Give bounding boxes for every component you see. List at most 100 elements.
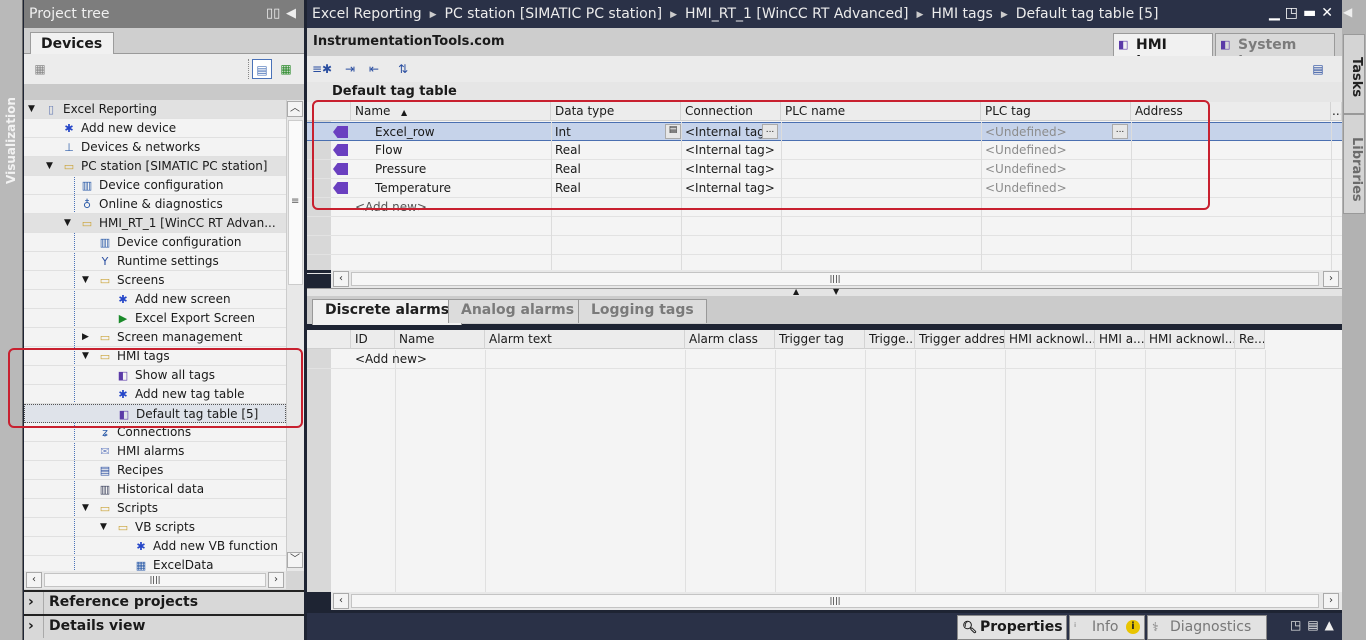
tab-analog-alarms[interactable]: Analog alarms <box>448 299 588 323</box>
tree-item[interactable]: ▦ ExcelData <box>24 556 286 571</box>
scroll-left-button[interactable]: ‹ <box>333 593 349 609</box>
column-header[interactable]: ID <box>351 330 395 349</box>
splitter-down-icon[interactable]: ▼ <box>833 287 839 296</box>
toolbar-separator <box>248 59 249 79</box>
tree-item-label: Device configuration <box>117 235 242 249</box>
reference-projects-bar[interactable]: › Reference projects <box>24 590 304 614</box>
column-header[interactable]: Name <box>395 330 485 349</box>
expand-arrow-icon[interactable]: ▼ <box>82 499 89 517</box>
add-tag-icon[interactable]: ≡✱ <box>312 59 332 79</box>
tree-vertical-scrollbar[interactable]: ︿ ≡ ﹀ <box>286 100 304 571</box>
splitter-up-icon[interactable]: ▲ <box>793 287 799 296</box>
add-new-row[interactable]: <Add new> <box>307 350 1342 369</box>
user-view-icon[interactable]: ▤ <box>1308 59 1328 79</box>
scroll-left-button[interactable]: ‹ <box>333 271 349 287</box>
export-table-icon[interactable]: ▦ <box>276 59 296 79</box>
tree-item[interactable]: ▼ ▭ HMI_RT_1 [WinCC RT Advan... <box>24 214 286 233</box>
tree-item[interactable]: ▥ Device configuration <box>24 176 286 195</box>
tree-item[interactable]: ✱ Add new screen <box>24 290 286 309</box>
tree-horizontal-scrollbar[interactable]: ‹ |||| › <box>24 571 286 589</box>
breadcrumb-item[interactable]: HMI_RT_1 [WinCC RT Advanced] <box>685 6 908 22</box>
collapse-right-icon[interactable]: ◀ <box>1343 5 1352 19</box>
tree-item[interactable]: ✉ HMI alarms <box>24 442 286 461</box>
expand-arrow-icon[interactable]: ▼ <box>64 214 71 232</box>
tree-item-label: Screens <box>117 273 165 287</box>
tree-item[interactable]: ▤ Recipes <box>24 461 286 480</box>
breadcrumb-item[interactable]: Excel Reporting <box>312 6 422 22</box>
tab-libraries[interactable]: Libraries <box>1343 114 1365 214</box>
tab-devices[interactable]: Devices <box>30 32 114 55</box>
tree-item[interactable]: ▼ ▭ Screens <box>24 271 286 290</box>
tag-table-hscrollbar[interactable]: ‹ |||| › <box>331 270 1342 288</box>
maximize-icon[interactable]: ▬ <box>1303 5 1321 21</box>
column-header[interactable]: Trigge.. <box>865 330 915 349</box>
hscroll-thumb[interactable]: |||| <box>351 272 1319 286</box>
column-header-more[interactable]: ... <box>1331 102 1342 121</box>
splitter[interactable]: ▲ ▼ <box>307 287 1342 296</box>
import-icon[interactable]: ⇤ <box>364 59 384 79</box>
collapse-left-icon[interactable]: ◀ <box>286 6 296 21</box>
scroll-up-button[interactable]: ︿ <box>287 101 303 117</box>
tab-properties[interactable]: 🔍︎ Properties <box>957 615 1067 640</box>
scroll-right-button[interactable]: › <box>1323 271 1339 287</box>
column-header[interactable]: HMI acknowl... <box>1145 330 1235 349</box>
tab-logging-tags[interactable]: Logging tags <box>578 299 707 323</box>
tree-item[interactable]: ▶ ▭ Screen management <box>24 328 286 347</box>
collapse-arrow-icon[interactable]: ▶ <box>82 328 89 346</box>
column-header[interactable]: Re... <box>1235 330 1265 349</box>
hscroll-thumb[interactable]: |||| <box>44 573 266 587</box>
column-header[interactable]: HMI a... <box>1095 330 1145 349</box>
tree-item[interactable]: ▼ ▭ VB scripts <box>24 518 286 537</box>
tab-discrete-alarms[interactable]: Discrete alarms <box>312 299 463 325</box>
tree-item[interactable]: ▼ ▯ Excel Reporting <box>24 100 286 119</box>
tree-item[interactable]: ⊥ Devices & networks <box>24 138 286 157</box>
tab-hmi-tags[interactable]: ◧HMI tags <box>1113 33 1213 69</box>
alarm-table-hscrollbar[interactable]: ‹ |||| › <box>331 592 1342 610</box>
scroll-right-button[interactable]: › <box>268 572 284 588</box>
tree-item[interactable]: ✱ Add new device <box>24 119 286 138</box>
scroll-down-button[interactable]: ﹀ <box>287 552 303 568</box>
expand-arrow-icon[interactable]: ▼ <box>82 271 89 289</box>
export-icon[interactable]: ⇥ <box>340 59 360 79</box>
expand-arrow-icon[interactable]: ▼ <box>28 100 35 118</box>
new-group-icon[interactable]: ▦ <box>30 59 50 79</box>
restore-icon[interactable]: ◳ <box>1285 5 1303 21</box>
column-header[interactable]: Trigger tag <box>775 330 865 349</box>
column-header[interactable]: Trigger address <box>915 330 1005 349</box>
column-header[interactable]: HMI acknowl... <box>1005 330 1095 349</box>
tab-diagnostics[interactable]: ⚕ Diagnostics <box>1147 615 1267 640</box>
tree-item[interactable]: ▥ Device configuration <box>24 233 286 252</box>
tag-update-icon[interactable]: ⇅ <box>393 59 413 79</box>
column-divider <box>1095 350 1096 592</box>
minimize-icon[interactable]: ▁ <box>1269 5 1285 21</box>
column-header[interactable]: Alarm class <box>685 330 775 349</box>
tab-tasks[interactable]: Tasks <box>1343 34 1365 114</box>
breadcrumb-item[interactable]: Default tag table [5] <box>1016 6 1159 22</box>
expand-arrow-icon[interactable]: ▼ <box>100 518 107 536</box>
overview-icon[interactable]: ▤ <box>252 59 272 79</box>
scroll-right-button[interactable]: › <box>1323 593 1339 609</box>
tree-item[interactable]: ▥ Historical data <box>24 480 286 499</box>
split-view-icon[interactable]: ▯▯ <box>266 6 280 21</box>
visualization-tab[interactable]: Visualization <box>2 96 21 186</box>
details-view-label: Details view <box>49 618 146 634</box>
details-view-bar[interactable]: › Details view <box>24 614 304 640</box>
tree-item[interactable]: ♁ Online & diagnostics <box>24 195 286 214</box>
tree-item[interactable]: ✱ Add new VB function <box>24 537 286 556</box>
tab-system-tags[interactable]: ◧System tags <box>1215 33 1335 69</box>
breadcrumb-item[interactable]: HMI tags <box>931 6 992 22</box>
tree-item[interactable]: Y Runtime settings <box>24 252 286 271</box>
close-icon[interactable]: ✕ <box>1321 5 1338 21</box>
scroll-left-button[interactable]: ‹ <box>26 572 42 588</box>
tree-item[interactable]: ▼ ▭ PC station [SIMATIC PC station] <box>24 157 286 176</box>
tree-item[interactable]: ▶ Excel Export Screen <box>24 309 286 328</box>
inspector-window-controls[interactable]: ◳▤▲ <box>1290 618 1340 632</box>
expand-arrow-icon[interactable]: ▼ <box>46 157 53 175</box>
add-new-alarm[interactable]: <Add new> <box>351 350 427 368</box>
network-icon: ⊥ <box>64 141 74 154</box>
breadcrumb-item[interactable]: PC station [SIMATIC PC station] <box>445 6 663 22</box>
column-header[interactable]: Alarm text <box>485 330 685 349</box>
tree-item[interactable]: ▼ ▭ Scripts <box>24 499 286 518</box>
tab-info[interactable]: ⁱ Info i <box>1069 615 1145 640</box>
hscroll-thumb[interactable]: |||| <box>351 594 1319 608</box>
